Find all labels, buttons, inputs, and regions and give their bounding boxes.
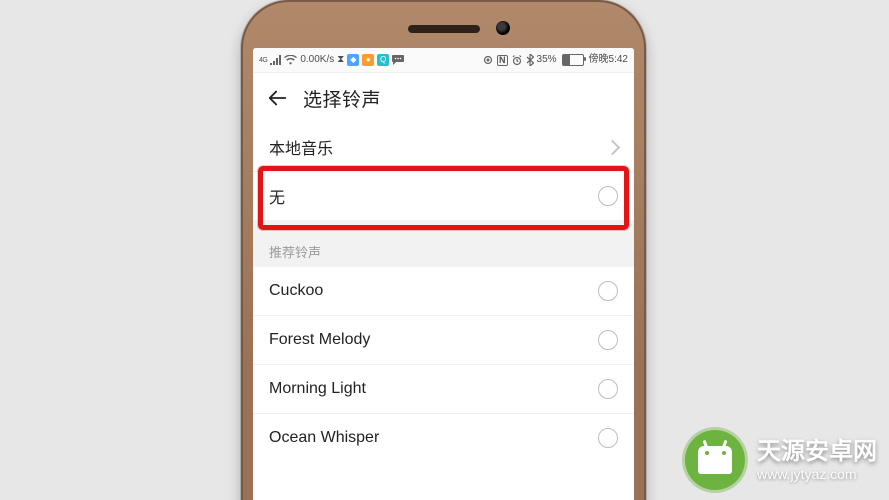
alarm-icon: [511, 54, 523, 66]
eye-comfort-icon: [482, 54, 494, 66]
ringtone-row[interactable]: Ocean Whisper: [253, 413, 634, 462]
wifi-icon: [284, 55, 297, 65]
ringtone-label: Ocean Whisper: [269, 429, 379, 447]
none-option-row[interactable]: 无: [253, 171, 634, 220]
signal-strength-icon: [270, 55, 281, 65]
ringtone-row[interactable]: Morning Light: [253, 364, 634, 413]
back-button[interactable]: [267, 87, 289, 109]
watermark-text: 天源安卓网 www.jytyaz.com: [757, 438, 877, 482]
battery-pct-label: 35%: [537, 55, 557, 65]
status-bar: 4G 0.00K/s ⧗ ◆ ● Q N: [253, 48, 634, 73]
phone-frame: 4G 0.00K/s ⧗ ◆ ● Q N: [241, 0, 646, 500]
status-bar-right: N 35% 傍晚5:42: [482, 54, 628, 66]
section-gap: [253, 220, 634, 234]
app-tile-1-icon: ◆: [347, 54, 359, 66]
app-bar: 选择铃声: [253, 73, 634, 123]
radio-icon: [598, 379, 618, 399]
net-speed-label: 0.00K/s: [300, 55, 334, 65]
local-music-row[interactable]: 本地音乐: [253, 123, 634, 171]
status-bar-left: 4G 0.00K/s ⧗ ◆ ● Q: [259, 54, 404, 66]
app-tile-2-icon: ●: [362, 54, 374, 66]
ringtone-label: Forest Melody: [269, 331, 370, 349]
ringtone-list: 本地音乐 无 推荐铃声 Cuckoo Forest Melody Morning…: [253, 123, 634, 462]
radio-icon: [598, 428, 618, 448]
ringtone-row[interactable]: Forest Melody: [253, 315, 634, 364]
watermark-cn: 天源安卓网: [757, 438, 877, 466]
radio-icon: [598, 281, 618, 301]
android-icon: [698, 446, 732, 474]
ringtone-label: Cuckoo: [269, 282, 323, 300]
watermark: 天源安卓网 www.jytyaz.com: [685, 430, 877, 490]
hourglass-icon: ⧗: [337, 55, 344, 65]
radio-icon: [598, 186, 618, 206]
ringtone-label: Morning Light: [269, 380, 366, 398]
bluetooth-icon: [526, 54, 534, 66]
section-title: 推荐铃声: [253, 234, 634, 261]
signal-gen-icon: 4G: [259, 57, 267, 64]
page-title: 选择铃声: [303, 85, 381, 112]
chat-bubble-icon: [392, 55, 404, 65]
chevron-right-icon: [605, 139, 621, 155]
watermark-badge: [685, 430, 745, 490]
local-music-label: 本地音乐: [269, 135, 333, 159]
phone-speaker: [408, 25, 480, 33]
ringtone-row[interactable]: Cuckoo: [253, 267, 634, 315]
battery-icon: [562, 54, 584, 66]
watermark-url: www.jytyaz.com: [757, 466, 877, 482]
clock-label: 傍晚5:42: [589, 55, 628, 65]
phone-camera: [496, 21, 510, 35]
radio-icon: [598, 330, 618, 350]
app-tile-3-icon: Q: [377, 54, 389, 66]
none-option-label: 无: [269, 184, 285, 208]
phone-screen: 4G 0.00K/s ⧗ ◆ ● Q N: [253, 48, 634, 500]
nfc-icon: N: [497, 55, 508, 66]
